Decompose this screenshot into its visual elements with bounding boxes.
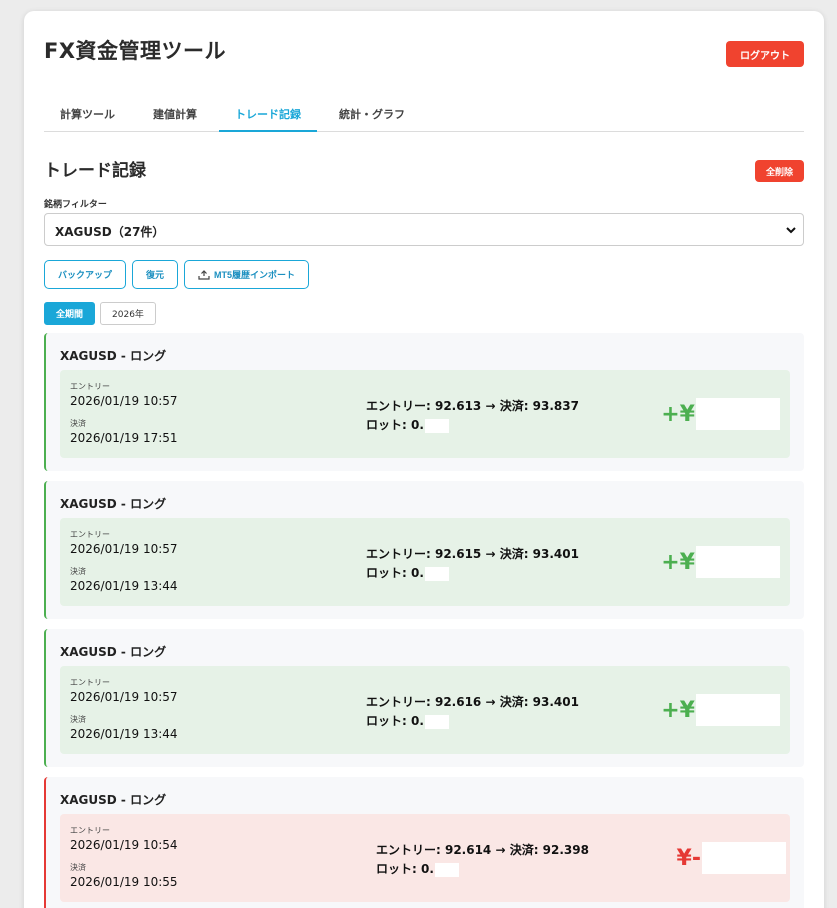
entry-label: エントリー: [70, 826, 110, 835]
symbol-filter-select[interactable]: XAGUSD（27件）: [44, 213, 804, 246]
backup-label: バックアップ: [58, 270, 113, 280]
lot-text: ロット: 0.: [366, 714, 424, 728]
redacted-mask: [424, 566, 449, 581]
pnl-prefix: +¥: [661, 697, 695, 723]
trade-card: XAGUSD - ロング エントリー 2026/01/19 10:54 決済 2…: [44, 777, 804, 908]
exit-label: 決済: [70, 419, 86, 428]
lot-text: ロット: 0.: [376, 862, 434, 876]
redacted-mask: [702, 842, 786, 874]
redacted-mask: [424, 714, 449, 729]
period-2026-button[interactable]: 2026年: [100, 302, 156, 325]
trade-detail: エントリー 2026/01/19 10:54 決済 2026/01/19 10:…: [60, 814, 790, 902]
entry-time: 2026/01/19 10:57: [70, 690, 178, 704]
tab-trade-log[interactable]: トレード記録: [219, 95, 317, 132]
redacted-mask: [434, 862, 459, 877]
tab-breakeven[interactable]: 建値計算: [137, 95, 213, 131]
exit-time: 2026/01/19 17:51: [70, 431, 178, 445]
trade-pnl: +¥: [661, 694, 780, 726]
exit-label: 決済: [70, 715, 86, 724]
period-filter: 全期間 2026年: [44, 302, 804, 325]
trade-pnl: ¥-: [677, 842, 786, 874]
trade-title: XAGUSD - ロング: [60, 349, 167, 363]
trade-pnl: +¥: [661, 546, 780, 578]
trade-card: XAGUSD - ロング エントリー 2026/01/19 10:57 決済 2…: [44, 481, 804, 619]
trade-prices: エントリー: 92.615 → 決済: 93.401: [366, 547, 579, 561]
redacted-mask: [696, 398, 780, 430]
tab-bar: 計算ツール 建値計算 トレード記録 統計・グラフ: [44, 95, 804, 132]
entry-label: エントリー: [70, 678, 110, 687]
trade-lot: ロット: 0.: [366, 712, 449, 729]
section-header: トレード記録 全削除: [44, 152, 804, 202]
entry-label: エントリー: [70, 382, 110, 391]
trade-prices: エントリー: 92.613 → 決済: 93.837: [366, 399, 579, 413]
delete-all-button[interactable]: 全削除: [754, 160, 804, 182]
trade-title: XAGUSD - ロング: [60, 497, 167, 511]
exit-time: 2026/01/19 13:44: [70, 727, 178, 741]
exit-label: 決済: [70, 567, 86, 576]
lot-text: ロット: 0.: [366, 418, 424, 432]
app-header: FX資金管理ツール ログアウト: [44, 11, 804, 95]
trade-lot: ロット: 0.: [366, 416, 449, 433]
restore-label: 復元: [146, 270, 165, 280]
chevron-down-icon: [786, 227, 796, 234]
trade-detail: エントリー 2026/01/19 10:57 決済 2026/01/19 13:…: [60, 518, 790, 606]
trade-detail: エントリー 2026/01/19 10:57 決済 2026/01/19 13:…: [60, 666, 790, 754]
trade-lot: ロット: 0.: [366, 564, 449, 581]
app-title: FX資金管理ツール: [44, 39, 227, 63]
entry-time: 2026/01/19 10:57: [70, 394, 178, 408]
trade-prices: エントリー: 92.616 → 決済: 93.401: [366, 695, 579, 709]
trade-title: XAGUSD - ロング: [60, 645, 167, 659]
mt5-import-button[interactable]: MT5履歴インポート: [184, 260, 310, 289]
exit-time: 2026/01/19 10:55: [70, 875, 178, 889]
logout-button[interactable]: ログアウト: [726, 41, 804, 67]
period-all-button[interactable]: 全期間: [44, 302, 96, 325]
redacted-mask: [696, 546, 780, 578]
restore-button[interactable]: 復元: [132, 260, 179, 289]
entry-label: エントリー: [70, 530, 110, 539]
mt5-import-label: MT5履歴インポート: [214, 270, 296, 280]
data-actions: バックアップ 復元 MT5履歴インポート: [44, 260, 804, 289]
symbol-filter-value: XAGUSD（27件）: [55, 225, 165, 239]
trade-list: XAGUSD - ロング エントリー 2026/01/19 10:57 決済 2…: [44, 333, 804, 908]
trade-card: XAGUSD - ロング エントリー 2026/01/19 10:57 決済 2…: [44, 333, 804, 471]
trade-lot: ロット: 0.: [376, 860, 459, 877]
trade-card: XAGUSD - ロング エントリー 2026/01/19 10:57 決済 2…: [44, 629, 804, 767]
exit-time: 2026/01/19 13:44: [70, 579, 178, 593]
trade-title: XAGUSD - ロング: [60, 793, 167, 807]
entry-time: 2026/01/19 10:54: [70, 838, 178, 852]
tab-stats[interactable]: 統計・グラフ: [323, 95, 421, 131]
trade-prices: エントリー: 92.614 → 決済: 92.398: [376, 843, 589, 857]
upload-icon: [198, 269, 210, 280]
trade-detail: エントリー 2026/01/19 10:57 決済 2026/01/19 17:…: [60, 370, 790, 458]
lot-text: ロット: 0.: [366, 566, 424, 580]
tab-calculator[interactable]: 計算ツール: [44, 95, 131, 131]
section-title: トレード記録: [44, 161, 146, 181]
redacted-mask: [424, 418, 449, 433]
backup-button[interactable]: バックアップ: [44, 260, 127, 289]
exit-label: 決済: [70, 863, 86, 872]
pnl-prefix: +¥: [661, 401, 695, 427]
entry-time: 2026/01/19 10:57: [70, 542, 178, 556]
pnl-prefix: ¥-: [676, 845, 701, 871]
redacted-mask: [696, 694, 780, 726]
pnl-prefix: +¥: [661, 549, 695, 575]
main-card: FX資金管理ツール ログアウト 計算ツール 建値計算 トレード記録 統計・グラフ…: [24, 11, 824, 908]
trade-pnl: +¥: [661, 398, 780, 430]
